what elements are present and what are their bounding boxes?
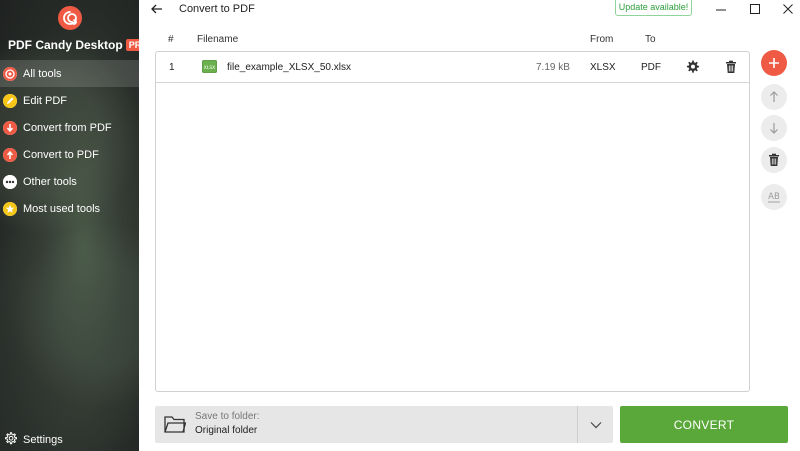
sidebar-item-label: All tools bbox=[23, 67, 62, 80]
move-up-button[interactable] bbox=[761, 84, 787, 110]
column-header-from: From bbox=[590, 34, 614, 45]
file-type-label: XLSX bbox=[204, 65, 216, 71]
sidebar-item-convert-from-pdf[interactable]: Convert from PDF bbox=[0, 114, 139, 141]
trash-icon bbox=[769, 153, 779, 166]
page-title: Convert to PDF bbox=[179, 3, 255, 15]
sidebar-nav: All tools Edit PDF Convert from PDF Conv… bbox=[0, 60, 139, 222]
convert-to-pdf-icon bbox=[3, 147, 17, 162]
settings-button[interactable]: Settings bbox=[4, 432, 63, 448]
arrow-left-icon bbox=[151, 4, 162, 14]
row-number: 1 bbox=[169, 62, 175, 73]
minimize-button[interactable] bbox=[710, 0, 732, 18]
row-delete-button[interactable] bbox=[724, 60, 738, 74]
sidebar-item-label: Convert from PDF bbox=[23, 121, 112, 134]
row-settings-button[interactable] bbox=[686, 60, 700, 74]
arrow-up-icon bbox=[770, 91, 778, 102]
folder-icon bbox=[164, 416, 186, 433]
xlsx-file-icon: XLSX bbox=[202, 60, 217, 73]
edit-pdf-icon bbox=[3, 93, 17, 108]
file-list: 1 XLSX file_example_XLSX_50.xlsx 7.19 kB… bbox=[155, 51, 750, 392]
table-row[interactable]: 1 XLSX file_example_XLSX_50.xlsx 7.19 kB… bbox=[156, 52, 749, 83]
svg-text:AB: AB bbox=[768, 192, 780, 202]
save-folder-value: Original folder bbox=[195, 425, 258, 436]
gear-icon bbox=[4, 432, 18, 448]
filename-cell: file_example_XLSX_50.xlsx bbox=[227, 62, 351, 73]
candy-logo-icon bbox=[57, 6, 82, 30]
close-icon bbox=[783, 4, 793, 14]
move-down-button[interactable] bbox=[761, 115, 787, 141]
pro-badge: PRO bbox=[125, 39, 139, 51]
sidebar-item-label: Edit PDF bbox=[23, 94, 68, 107]
plus-icon bbox=[769, 58, 779, 68]
logo bbox=[0, 6, 139, 30]
sidebar-item-label: Most used tools bbox=[23, 202, 101, 215]
save-to-folder-label: Save to folder: bbox=[195, 411, 260, 422]
minimize-icon bbox=[716, 9, 726, 11]
sidebar-item-edit-pdf[interactable]: Edit PDF bbox=[0, 87, 139, 114]
file-size: 7.19 kB bbox=[536, 62, 570, 73]
gear-icon bbox=[686, 60, 700, 73]
sidebar-item-label: Other tools bbox=[23, 175, 77, 188]
sidebar-item-other-tools[interactable]: Other tools bbox=[0, 168, 139, 195]
to-format: PDF bbox=[641, 62, 661, 73]
convert-from-pdf-icon bbox=[3, 120, 17, 135]
settings-label: Settings bbox=[23, 434, 63, 446]
sidebar-item-most-used-tools[interactable]: Most used tools bbox=[0, 195, 139, 222]
sidebar: PDF Candy Desktop PRO All tools Edit PDF… bbox=[0, 0, 139, 451]
star-icon bbox=[3, 201, 17, 216]
from-format: XLSX bbox=[590, 62, 616, 73]
column-header-to: To bbox=[645, 34, 656, 45]
rename-ab-icon: AB bbox=[768, 192, 780, 203]
arrow-down-icon bbox=[770, 123, 778, 134]
all-tools-icon bbox=[3, 66, 17, 81]
delete-all-button[interactable] bbox=[761, 147, 787, 173]
brand-name: PDF Candy Desktop bbox=[8, 38, 123, 52]
rename-button[interactable]: AB bbox=[761, 184, 787, 210]
add-file-button[interactable] bbox=[761, 50, 787, 76]
sidebar-item-all-tools[interactable]: All tools bbox=[0, 60, 139, 87]
chevron-down-icon bbox=[590, 421, 601, 428]
column-header-filename[interactable]: Filename bbox=[197, 34, 238, 45]
back-button[interactable] bbox=[149, 1, 165, 17]
save-to-folder-selector[interactable]: Save to folder: Original folder bbox=[155, 406, 613, 443]
maximize-button[interactable] bbox=[744, 0, 766, 18]
sidebar-item-convert-to-pdf[interactable]: Convert to PDF bbox=[0, 141, 139, 168]
trash-icon bbox=[726, 60, 736, 73]
sidebar-item-label: Convert to PDF bbox=[23, 148, 99, 161]
folder-dropdown-button[interactable] bbox=[577, 406, 613, 443]
top-bar: Convert to PDF Update available! bbox=[139, 0, 800, 20]
update-available-badge[interactable]: Update available! bbox=[615, 0, 692, 16]
convert-button[interactable]: CONVERT bbox=[620, 406, 788, 443]
maximize-icon bbox=[750, 4, 760, 14]
close-button[interactable] bbox=[777, 0, 799, 18]
other-tools-icon bbox=[3, 174, 17, 189]
brand: PDF Candy Desktop PRO bbox=[8, 38, 139, 52]
column-header-number: # bbox=[168, 34, 174, 45]
